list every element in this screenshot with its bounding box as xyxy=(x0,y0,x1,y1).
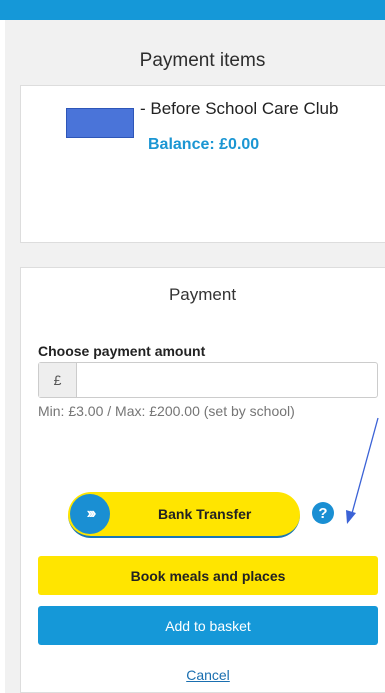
payment-amount-hint: Min: £3.00 / Max: £200.00 (set by school… xyxy=(38,403,295,419)
payment-amount-label: Choose payment amount xyxy=(38,343,206,359)
payment-amount-group: £ xyxy=(38,362,378,398)
payment-title: Payment xyxy=(168,285,237,304)
add-to-basket-button[interactable]: Add to basket xyxy=(38,606,378,645)
chevrons-right-icon: ››› xyxy=(70,494,110,534)
question-circle-icon[interactable]: ? xyxy=(312,502,334,524)
currency-prefix: £ xyxy=(39,363,77,397)
bank-transfer-label: Bank Transfer xyxy=(158,506,252,522)
cancel-link[interactable]: Cancel xyxy=(38,667,378,683)
book-meals-button[interactable]: Book meals and places xyxy=(38,556,378,595)
payment-item-name: - Before School Care Club xyxy=(140,99,339,118)
left-edge-panel xyxy=(0,20,5,693)
payment-items-title: Payment items xyxy=(139,50,266,71)
app-header-bar xyxy=(0,0,385,20)
payment-item-balance: Balance: £0.00 xyxy=(148,136,260,153)
redaction-box xyxy=(66,108,134,138)
bank-transfer-button[interactable]: ››› Bank Transfer xyxy=(68,492,300,538)
payment-amount-input[interactable] xyxy=(77,363,377,397)
